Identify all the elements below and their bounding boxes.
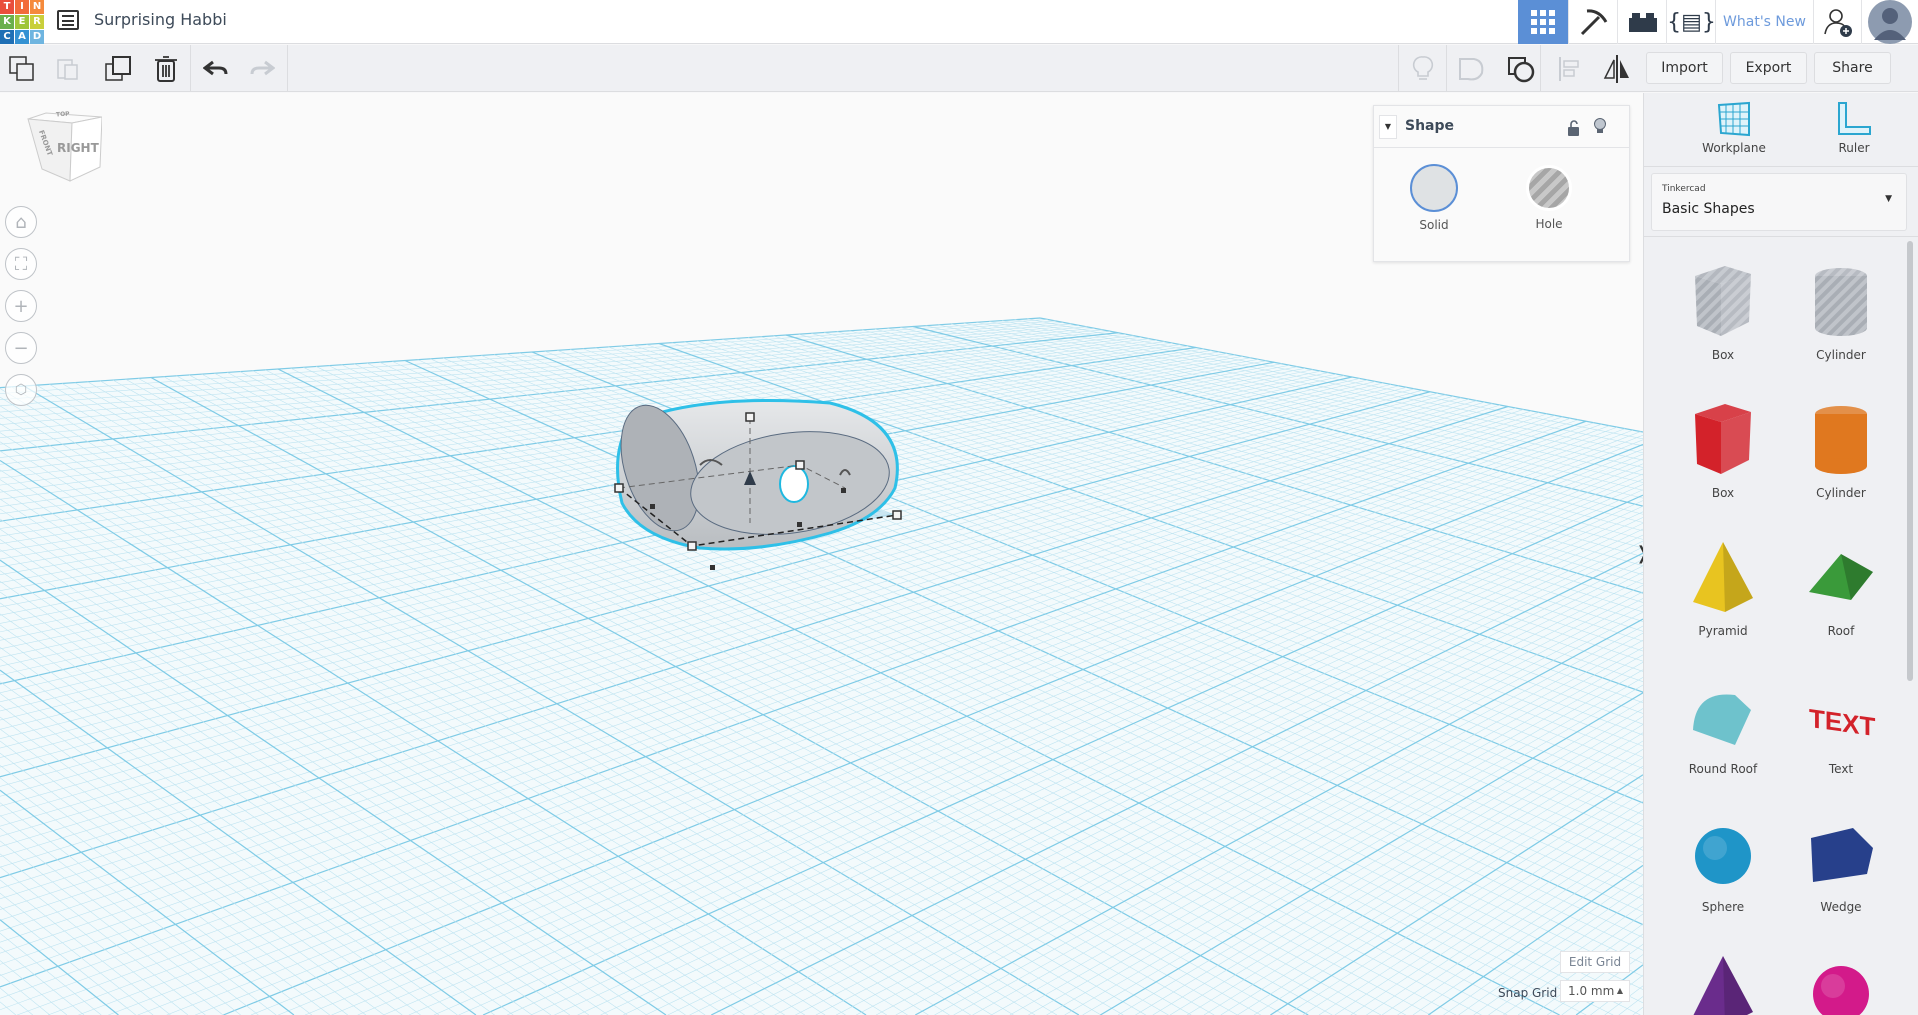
undo-icon[interactable]	[200, 53, 232, 85]
shape-pyramid[interactable]: Pyramid	[1664, 532, 1782, 638]
workplane-label: Workplane	[1702, 141, 1766, 155]
duplicate-icon[interactable]	[102, 53, 134, 85]
ruler-tool[interactable]: Ruler	[1804, 101, 1904, 155]
viewcube-top-face[interactable]: TOP	[56, 111, 70, 119]
shape-label: Round Roof	[1688, 762, 1758, 776]
lightbulb-icon[interactable]	[1593, 118, 1607, 140]
scrollbar[interactable]	[1907, 241, 1913, 681]
dropdown-caret-icon: ▼	[1885, 194, 1892, 204]
ruler-label: Ruler	[1838, 141, 1870, 155]
zoom-in-button[interactable]: +	[5, 290, 37, 322]
logo-letter: K	[0, 15, 14, 29]
lightbulb-icon[interactable]	[1407, 53, 1439, 85]
solid-label: Solid	[1419, 218, 1449, 232]
collapse-panel-toggle[interactable]: ❭	[1635, 543, 1643, 564]
shape-wedge[interactable]: Wedge	[1782, 808, 1900, 914]
grid-view-icon[interactable]	[1518, 0, 1568, 44]
logo-letter: E	[15, 15, 29, 29]
shape-label: Roof	[1827, 624, 1855, 638]
toolbar: Import Export Share	[0, 45, 1918, 92]
redo-icon[interactable]	[246, 53, 278, 85]
shapes-library-panel: Workplane Ruler Tinkercad Basic Shapes ▼…	[1643, 93, 1918, 1015]
align-icon[interactable]	[1553, 53, 1585, 85]
shape-label: Sphere	[1701, 900, 1745, 914]
hole-option[interactable]: Hole	[1524, 164, 1574, 231]
logo-letter: I	[15, 0, 29, 14]
logo-letter: A	[15, 30, 29, 44]
shape-category-dropdown[interactable]: Tinkercad Basic Shapes ▼	[1651, 173, 1907, 231]
edit-grid-button[interactable]: Edit Grid	[1560, 951, 1630, 973]
zoom-out-button[interactable]: −	[5, 332, 37, 364]
snap-grid-value: 1.0 mm	[1568, 984, 1615, 998]
paste-icon[interactable]	[52, 53, 84, 85]
shape-label: Box	[1711, 348, 1735, 362]
shape-more[interactable]	[1664, 946, 1782, 1015]
shape-label: Wedge	[1820, 900, 1862, 914]
add-user-icon[interactable]	[1813, 0, 1861, 44]
shape-roof[interactable]: Roof	[1782, 532, 1900, 638]
shape-label: Cylinder	[1816, 486, 1866, 500]
group-icon[interactable]	[1456, 53, 1488, 85]
workplane-tool[interactable]: Workplane	[1684, 101, 1784, 155]
workplane-icon	[1717, 101, 1750, 137]
shape-label: Box	[1711, 486, 1735, 500]
shape-cylinder[interactable]: Cylinder	[1782, 394, 1900, 500]
shape-label: Pyramid	[1698, 624, 1748, 638]
ungroup-icon[interactable]	[1505, 53, 1537, 85]
shape-box[interactable]: Box	[1664, 256, 1782, 362]
shape-inspector: ▼ Shape Solid Hole	[1373, 105, 1630, 262]
shape-label: Cylinder	[1816, 348, 1866, 362]
design-title[interactable]: Surprising Habbi	[94, 10, 227, 29]
viewcube-right-face[interactable]: RIGHT	[57, 141, 99, 155]
shape-cylinder[interactable]: Cylinder	[1782, 256, 1900, 362]
ortho-view-button[interactable]: ⬡	[5, 374, 37, 406]
logo-letter: R	[30, 15, 44, 29]
export-button[interactable]: Export	[1730, 52, 1807, 84]
inspector-title: Shape	[1405, 118, 1455, 134]
logo-letter: T	[0, 0, 14, 14]
tinkercad-logo[interactable]: TIN KER CAD	[0, 0, 44, 44]
menu-list-icon[interactable]	[57, 10, 79, 30]
pickaxe-icon[interactable]	[1568, 0, 1618, 44]
solid-option[interactable]: Solid	[1409, 164, 1459, 232]
ruler-icon	[1838, 102, 1871, 135]
snap-grid-label: Snap Grid	[1498, 986, 1558, 1000]
caret-up-icon: ▲	[1616, 986, 1623, 995]
lock-icon[interactable]	[1568, 120, 1580, 136]
svg-text:TEXT: TEXT	[1809, 703, 1875, 742]
library-source: Tinkercad	[1662, 184, 1706, 194]
logo-letter: N	[30, 0, 44, 14]
collapse-inspector-button[interactable]: ▼	[1379, 115, 1397, 139]
mirror-icon[interactable]	[1601, 53, 1633, 85]
shapes-grid[interactable]: Box Cylinder Box Cylinder Pyramid Roof Round R…	[1644, 241, 1904, 1015]
top-bar: TIN KER CAD Surprising Habbi {▤} What's Ne…	[0, 0, 1918, 44]
share-button[interactable]: Share	[1814, 52, 1891, 84]
library-category: Basic Shapes	[1662, 201, 1755, 217]
shape-round-roof[interactable]: Round Roof	[1664, 670, 1782, 776]
hole-swatch	[1526, 165, 1572, 211]
shape-box[interactable]: Box	[1664, 394, 1782, 500]
fit-view-button[interactable]: ⛶	[5, 248, 37, 280]
delete-icon[interactable]	[150, 53, 182, 85]
whats-new-link[interactable]: What's New	[1715, 0, 1813, 44]
view-cube[interactable]: TOP FRONT RIGHT	[26, 111, 103, 185]
logo-letter: D	[30, 30, 44, 44]
hole-label: Hole	[1535, 217, 1563, 231]
shape-text[interactable]: TEXT Text	[1782, 670, 1900, 776]
bricks-icon[interactable]	[1617, 0, 1667, 44]
solid-swatch	[1410, 164, 1458, 212]
snap-grid-select[interactable]: 1.0 mm ▲	[1560, 980, 1630, 1002]
shape-more[interactable]	[1782, 946, 1900, 1015]
shape-label: Text	[1828, 762, 1854, 776]
logo-letter: C	[0, 30, 14, 44]
codeblocks-icon[interactable]: {▤}	[1666, 0, 1716, 44]
avatar[interactable]	[1861, 0, 1918, 44]
home-view-button[interactable]: ⌂	[5, 206, 37, 238]
shape-sphere[interactable]: Sphere	[1664, 808, 1782, 914]
import-button[interactable]: Import	[1646, 52, 1723, 84]
copy-icon[interactable]	[6, 53, 38, 85]
